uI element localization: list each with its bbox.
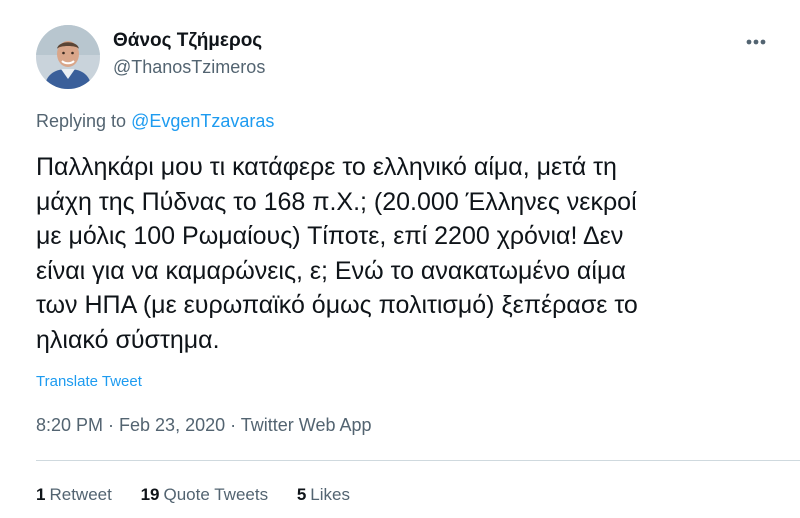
quote-tweets-label: Quote Tweets [163, 485, 269, 504]
reply-mention-link[interactable]: @EvgenTzavaras [131, 111, 274, 131]
more-options-button[interactable] [736, 28, 776, 56]
tweet-text-line: είναι για να καμαρώνεις, ε; Ενώ το ανακα… [36, 256, 626, 285]
retweets-count: 1 [36, 485, 46, 504]
quote-tweets-count: 19 [140, 485, 160, 504]
tweet-card: Θάνος Τζήμερος @ThanosTzimeros Replying … [0, 0, 800, 518]
replying-to: Replying to @EvgenTzavaras [36, 111, 274, 132]
tweet-text-line: Παλληκάρι μου τι κατάφερε το ελληνικό αί… [36, 153, 617, 181]
more-horizontal-icon [746, 39, 766, 45]
tweet-text: Παλληκάρι μου τι κατάφερε το ελληνικό αί… [36, 150, 776, 357]
avatar[interactable] [36, 25, 100, 89]
likes-count: 5 [296, 485, 307, 504]
author-handle[interactable]: @ThanosTzimeros [113, 57, 265, 78]
translate-tweet-link[interactable]: Translate Tweet [36, 373, 142, 390]
tweet-text-line: των ΗΠΑ (με ευρωπαϊκό όμως πολιτισμό) ξε… [36, 291, 638, 319]
tweet-text-line: μάχη της Πύδνας το 168 π.Χ.; (20.000 Έλλ… [36, 187, 637, 216]
retweets-stat[interactable]: 1 Retweet [36, 485, 112, 505]
avatar-image [36, 25, 100, 89]
likes-stat[interactable]: 5 Likes [297, 485, 350, 505]
author-display-name[interactable]: Θάνος Τζήμερος [113, 30, 262, 52]
retweets-label: Retweet [49, 485, 112, 504]
engagement-stats: 1 Retweet 19 Quote Tweets 5 Likes [36, 485, 374, 505]
divider [36, 460, 800, 461]
quote-tweets-stat[interactable]: 19 Quote Tweets [141, 485, 269, 505]
likes-label: Likes [310, 485, 350, 504]
replying-to-label: Replying to [36, 111, 127, 131]
tweet-text-line: με μόλις 100 Ρωμαίους) Τίποτε, επί 2200 … [36, 222, 624, 250]
tweet-timestamp[interactable]: 8:20 PM · Feb 23, 2020 · Twitter Web App [36, 415, 372, 436]
tweet-text-line: ηλιακό σύστημα. [36, 325, 220, 354]
